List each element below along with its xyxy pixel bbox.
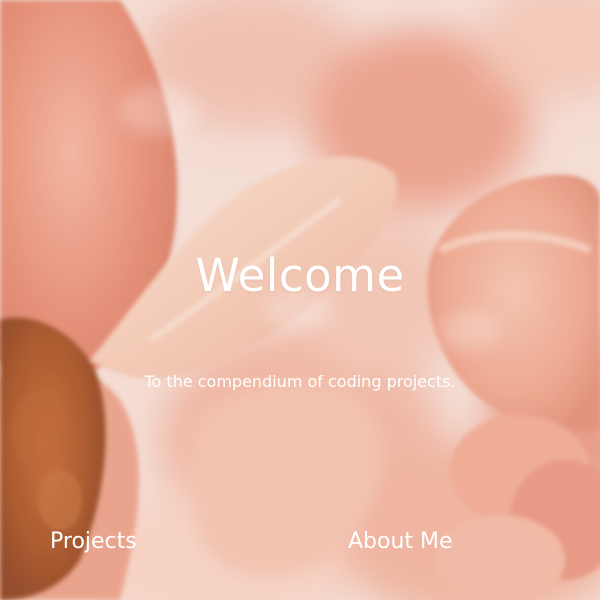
about-me-link[interactable]: About Me xyxy=(348,527,453,557)
hero-section: Welcome To the compendium of coding proj… xyxy=(0,0,600,600)
projects-link[interactable]: Projects xyxy=(50,527,137,557)
page-subtitle: To the compendium of coding projects. xyxy=(144,372,456,391)
page-title: Welcome xyxy=(195,249,405,302)
